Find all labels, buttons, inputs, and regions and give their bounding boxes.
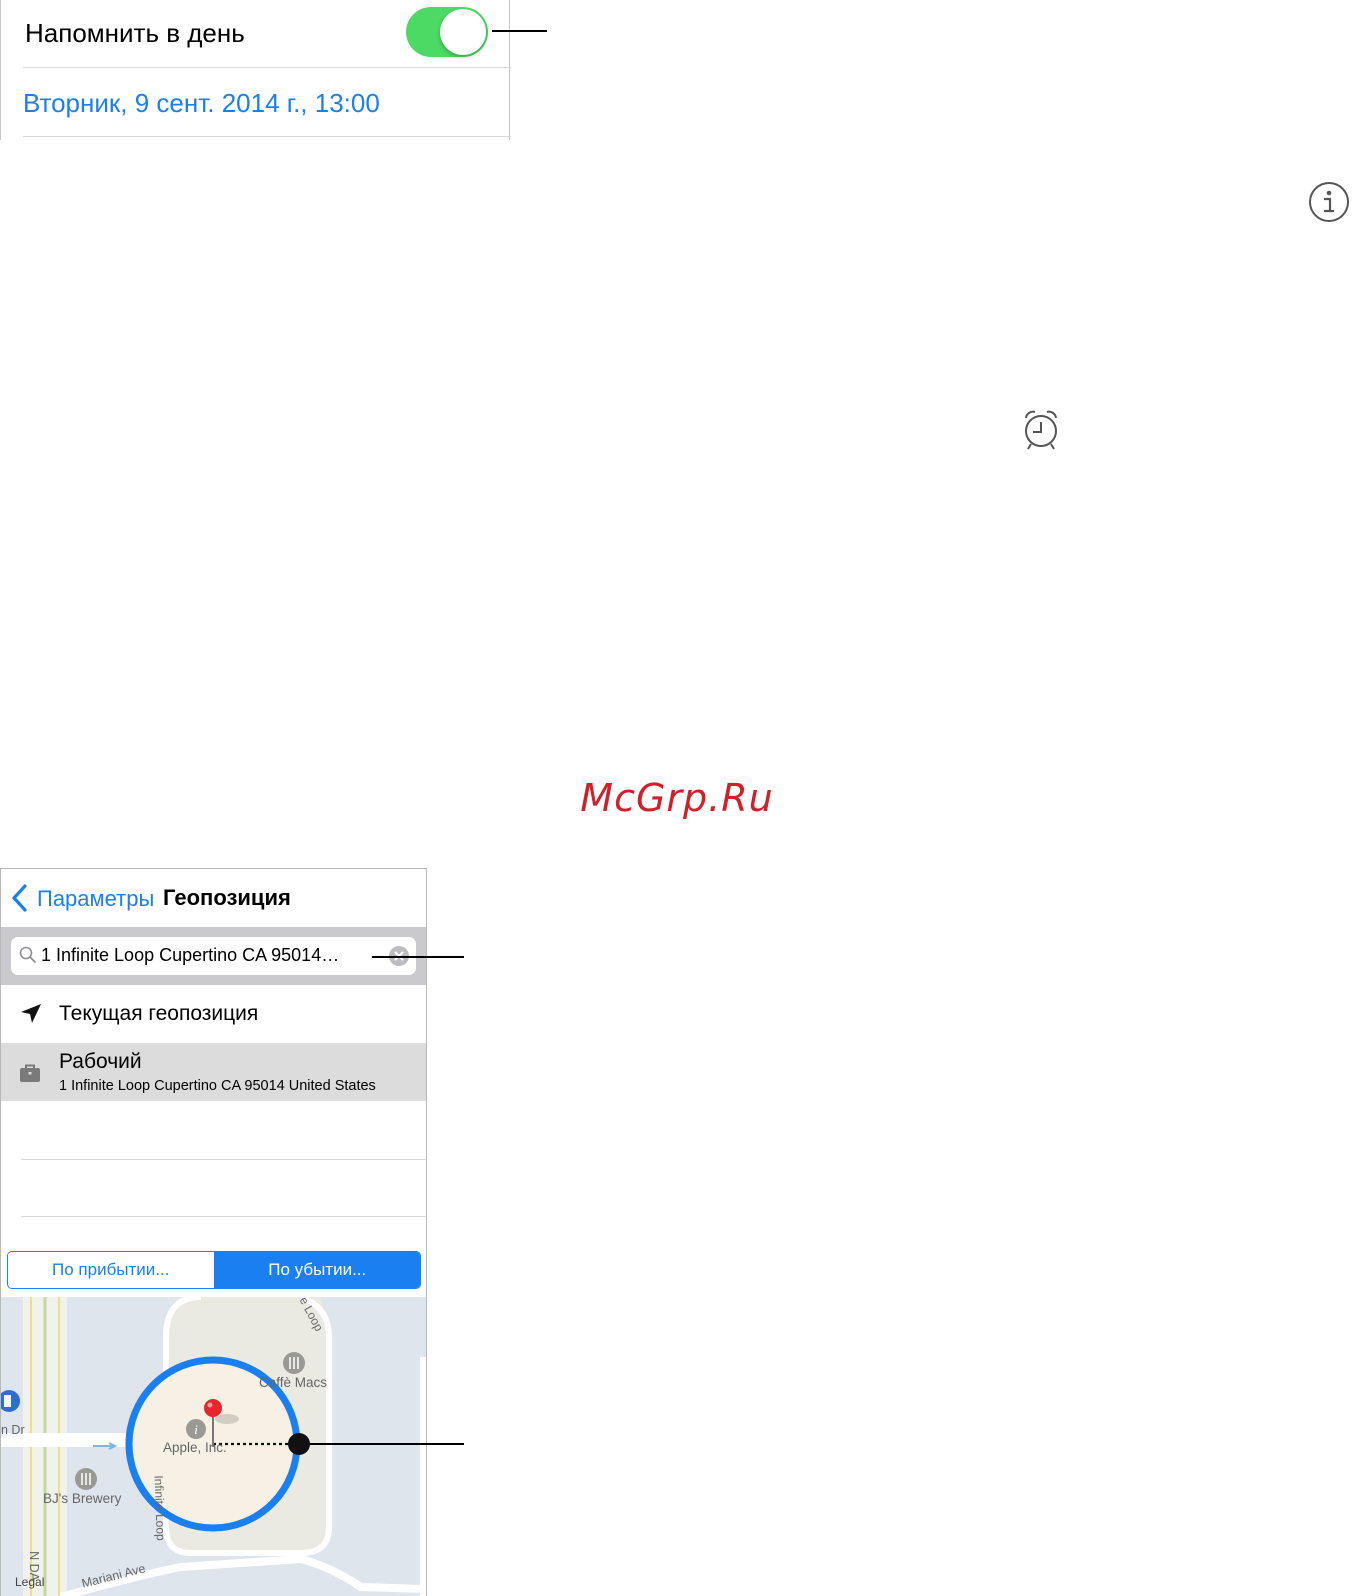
divider: [23, 136, 511, 137]
map-label-dr: n Dr: [1, 1423, 25, 1437]
search-bar: 1 Infinite Loop Cupertino CA 95014…: [1, 927, 426, 985]
nav-bar: Параметры Геопозиция: [1, 869, 426, 927]
work-location-title: Рабочий: [59, 1050, 142, 1073]
info-icon: [1308, 181, 1350, 228]
remind-on-day-toggle[interactable]: [406, 7, 488, 57]
location-arrow-icon: [19, 1002, 43, 1031]
work-location-row[interactable]: Рабочий 1 Infinite Loop Cupertino CA 950…: [1, 1043, 426, 1101]
remind-on-day-label: Напомнить в день: [25, 18, 245, 48]
current-location-row[interactable]: Текущая геопозиция: [1, 985, 426, 1043]
watermark: McGrp.Ru: [580, 776, 774, 820]
callout-line: [492, 30, 547, 32]
map-label-apple: Apple, Inc.: [163, 1440, 227, 1455]
current-location-label: Текущая геопозиция: [59, 1002, 259, 1025]
chevron-left-icon[interactable]: [9, 883, 31, 918]
arrive-segment[interactable]: По прибытии...: [8, 1252, 215, 1288]
callout-line: [310, 1443, 464, 1445]
page-title: Геопозиция: [163, 885, 291, 910]
work-location-address: 1 Infinite Loop Cupertino CA 95014 Unite…: [59, 1078, 376, 1094]
location-screen: Параметры Геопозиция 1 Infinite Loop Cup…: [0, 868, 427, 1596]
map-label-brewery: BJ's Brewery: [43, 1491, 122, 1506]
search-input[interactable]: 1 Infinite Loop Cupertino CA 95014…: [11, 937, 416, 975]
svg-text:i: i: [194, 1422, 198, 1437]
divider: [21, 1159, 426, 1160]
leave-segment[interactable]: По убытии...: [214, 1252, 420, 1288]
search-icon: [19, 946, 37, 969]
map-view[interactable]: i Caffè Macs Apple, Inc. BJ's Brewery In…: [1, 1295, 426, 1596]
back-button[interactable]: Параметры: [37, 886, 154, 912]
divider: [21, 1216, 426, 1217]
search-value: 1 Infinite Loop Cupertino CA 95014…: [41, 945, 340, 965]
briefcase-icon: [19, 1063, 41, 1088]
reminder-date-value[interactable]: Вторник, 9 сент. 2014 г., 13:00: [23, 88, 380, 119]
callout-line: [372, 956, 464, 958]
map-legal-link[interactable]: Legal: [15, 1575, 44, 1589]
alarm-clock-icon: [1020, 408, 1062, 457]
toggle-knob: [440, 9, 486, 55]
remind-on-day-panel: Напомнить в день Вторник, 9 сент. 2014 г…: [0, 0, 511, 140]
map-label-cafe: Caffè Macs: [259, 1375, 328, 1390]
arrive-leave-segmented-control: По прибытии... По убытии...: [7, 1251, 421, 1289]
divider: [23, 67, 511, 68]
map-label-infinite-loop: Infinite Loop: [151, 1475, 168, 1541]
